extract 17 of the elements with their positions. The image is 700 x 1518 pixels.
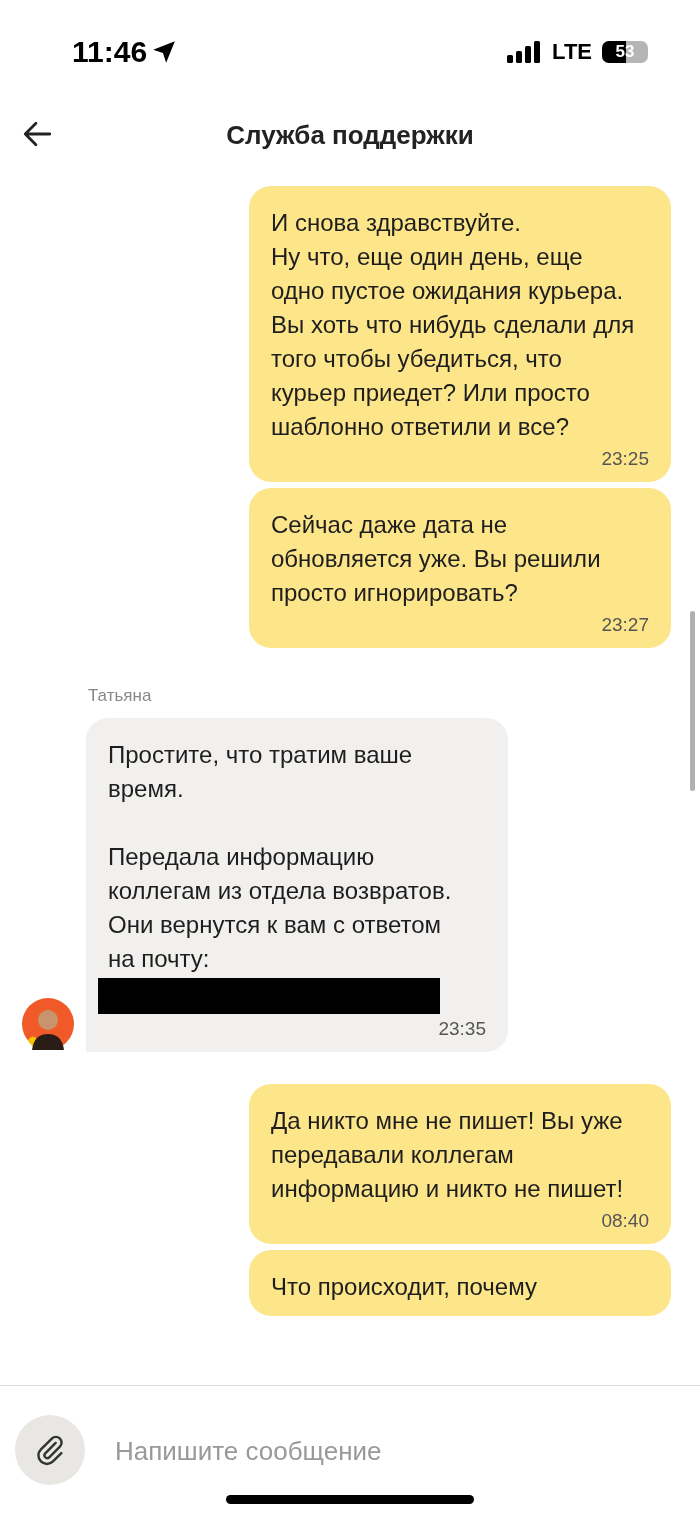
message-time: 23:25 (601, 448, 649, 470)
location-arrow-icon (151, 39, 178, 65)
signal-icon (506, 41, 543, 63)
message-time: 23:35 (438, 1018, 486, 1040)
message-text: Да никто мне не пишет! Вы уже передавали коллегам информацию и никто не пишет! (271, 1106, 625, 1204)
message-text: Что происходит, почему (271, 1272, 538, 1302)
sender-name: Татьяна (88, 686, 153, 706)
message-text: Сейчас даже дата не обновляется уже. Вы решили просто игнорировать? (271, 510, 602, 608)
message-input[interactable]: Напишите сообщение (113, 1415, 617, 1487)
network-type: LTE (552, 39, 592, 65)
message-text: Простите, что тратим ваше время. Передала информацию коллегам из отдела возвратов. Они вернутся к вам с ответом на почту: (108, 740, 453, 974)
avatar-icon (22, 998, 74, 1050)
message-time: 23:27 (601, 614, 649, 636)
status-time: 11:46 (72, 35, 148, 69)
chat-title: Служба поддержки (226, 119, 474, 151)
message-time: 08:40 (601, 1210, 649, 1232)
message-text: И снова здравствуйте. Ну что, еще один день, еще одно пустое ожидания курьера. Вы хоть что нибудь сделали для того чтобы убедиться, что курьер приедет? Или просто шаблонно ответили и все? (271, 208, 636, 442)
